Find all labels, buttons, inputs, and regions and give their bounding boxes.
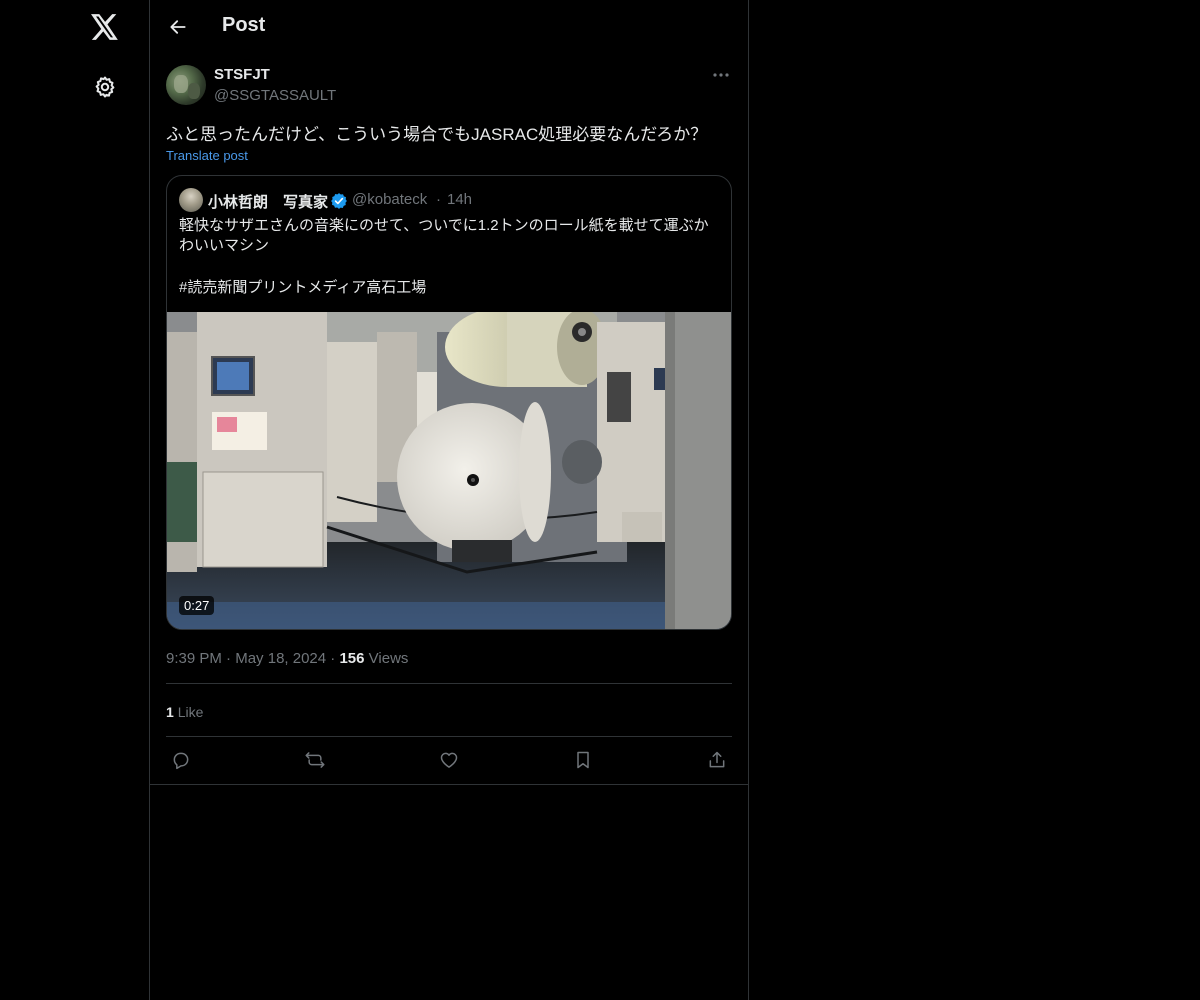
bookmark-icon (577, 751, 589, 769)
likes-count-link[interactable]: 1 Like (166, 704, 203, 720)
likes-count: 1 (166, 704, 174, 720)
more-button[interactable] (710, 64, 732, 86)
divider (166, 683, 732, 684)
gear-icon[interactable] (88, 70, 122, 104)
header: Post (150, 0, 748, 54)
post-text: ふと思ったんだけど、こういう場合でもJASRAC処理必要なんだろか？ (166, 125, 708, 144)
reply-icon (173, 752, 189, 770)
left-rail (0, 0, 150, 1000)
like-icon (440, 752, 458, 768)
back-button[interactable] (162, 11, 194, 43)
quote-separator: · (436, 191, 441, 208)
quote-text-line2: わいいマシン (179, 237, 270, 254)
x-logo-icon[interactable] (86, 8, 124, 46)
avatar[interactable] (166, 65, 206, 105)
divider (166, 736, 732, 737)
share-button[interactable] (702, 748, 732, 772)
reply-button[interactable] (166, 748, 196, 772)
page-title: Post (222, 14, 266, 36)
quote-timestamp[interactable]: 14h (447, 191, 472, 208)
post: STSFJT @SSGTASSAULT ふと思ったんだけど、こういう場合でもJA… (166, 64, 732, 770)
more-icon (713, 73, 729, 77)
quote-display-name: 小林哲朗 写真家 (208, 194, 329, 211)
meta-separator: · (330, 650, 336, 667)
verified-icon (331, 193, 347, 209)
repost-button[interactable] (300, 748, 330, 772)
video-thumbnail (167, 312, 731, 629)
quote-handle: @kobateck (352, 191, 428, 208)
back-arrow-icon (170, 20, 186, 34)
action-bar (166, 748, 732, 772)
post-bottom-border (150, 784, 748, 785)
post-date[interactable]: May 18, 2024 (235, 650, 326, 667)
quote-text: 軽快なサザエさんの音楽にのせて、ついでに1.2トンのロール紙を載せて運ぶか わい… (179, 216, 724, 256)
views-count: 156 (339, 650, 365, 667)
bookmark-button[interactable] (568, 748, 598, 772)
post-metadata: 9:39 PM · May 18, 2024 · 156 Views (166, 650, 408, 667)
video-duration: 0:27 (179, 596, 215, 615)
meta-separator: · (226, 650, 232, 667)
repost-icon (305, 752, 325, 768)
main-column: Post STSFJT @SSGTASSAULT ふと思ったんだけど、こういう場… (149, 0, 749, 1000)
like-button[interactable] (434, 748, 464, 772)
author-handle[interactable]: @SSGTASSAULT (214, 87, 336, 104)
quoted-post[interactable]: 小林哲朗 写真家 @kobateck · 14h 軽快なサザエさんの音楽にのせて… (166, 175, 732, 630)
quote-text-line1: 軽快なサザエさんの音楽にのせて、ついでに1.2トンのロール紙を載せて運ぶか (179, 217, 709, 234)
translate-post-link[interactable]: Translate post (166, 148, 248, 163)
quote-hashtag: #読売新聞プリントメディア高石工場 (179, 279, 427, 296)
share-icon (709, 751, 725, 768)
views-label: Views (368, 650, 409, 667)
author-row: STSFJT @SSGTASSAULT (166, 64, 732, 108)
quote-avatar[interactable] (179, 188, 203, 212)
likes-label: Like (177, 704, 204, 720)
video-media[interactable]: 0:27 (167, 312, 731, 629)
author-display-name[interactable]: STSFJT (214, 66, 270, 83)
post-time[interactable]: 9:39 PM (166, 650, 222, 667)
